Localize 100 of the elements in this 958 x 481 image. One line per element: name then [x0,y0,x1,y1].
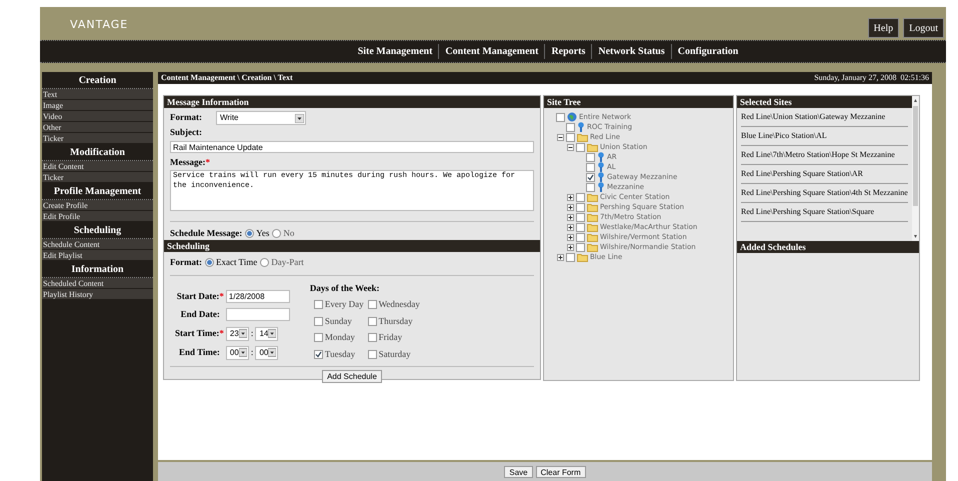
sidebar-item[interactable]: Edit Playlist [42,250,153,261]
dropdown[interactable]: 00 [255,346,278,360]
checkbox[interactable] [368,316,377,326]
checkbox[interactable] [586,172,595,182]
caret-icon [268,329,276,338]
radio-button[interactable] [272,228,282,238]
checkbox[interactable] [586,162,595,172]
sidebar-item[interactable]: Scheduled Content [42,278,153,289]
end-date-field[interactable] [226,308,290,322]
caret-icon [238,329,247,338]
sidebar-item[interactable]: Image [42,100,153,111]
checkbox[interactable] [576,192,585,202]
expand-icon[interactable] [567,224,574,230]
checkbox[interactable] [314,300,323,310]
day-label: Saturday [378,348,411,361]
selected-site[interactable]: Red Line\Union Station\Gateway Mezzanine [741,108,908,127]
caret-icon [268,348,276,358]
radio-label: Exact Time [216,256,258,269]
sidebar-item[interactable]: Create Profile [42,200,153,211]
checkbox[interactable] [576,202,585,212]
checkbox[interactable] [368,300,377,310]
folder-icon [587,222,598,232]
selected-site[interactable]: Red Line\Pershing Square Station\AR [741,165,908,184]
sidebar-item[interactable]: Edit Content [42,161,153,172]
selected-site[interactable]: Red Line\Pershing Square Station\4th St Mezzanine [741,184,908,203]
folder-icon [587,212,598,222]
checkbox[interactable] [566,252,575,262]
checkbox[interactable] [566,132,575,142]
radio-button[interactable] [245,228,254,238]
field-label: End Time: [178,346,221,360]
nav-link[interactable]: Network Status [591,44,671,59]
checkbox[interactable] [368,350,377,359]
expand-icon[interactable] [567,234,574,240]
checkbox[interactable] [566,122,575,132]
checkbox[interactable] [586,182,595,192]
sidebar-item[interactable]: Playlist History [42,289,153,300]
selected-site[interactable]: Red Line\Pershing Square Station\Square [741,203,908,222]
radio-button[interactable] [260,258,270,268]
collapse-icon[interactable] [557,134,564,140]
field-label: Format: [170,256,202,269]
field-label: Schedule Message: [170,226,242,240]
globe-icon [567,112,577,122]
expand-icon[interactable] [567,204,574,210]
checkbox[interactable] [314,316,323,326]
checkbox[interactable] [586,152,595,162]
sidebar-item[interactable]: Edit Profile [42,211,153,222]
day-label: Friday [378,331,402,344]
day-label: Tuesday [324,348,356,361]
checkbox[interactable] [576,212,585,222]
sidebar-item[interactable]: Video [42,111,153,122]
checkbox[interactable] [314,333,323,342]
dropdown[interactable]: 23 [226,326,249,341]
nav-link[interactable]: Configuration [670,44,744,59]
folder-icon [577,252,588,262]
field-label: Start Date:* [176,290,224,303]
start-date-field[interactable]: 1/28/2008 [226,290,290,303]
add-schedule-button[interactable]: Add Schedule [322,370,382,383]
sidebar-item[interactable]: Text [42,89,153,100]
selected-site[interactable]: Blue Line\Pico Station\AL [741,127,908,146]
header-button[interactable]: Help [868,18,900,38]
sidebar-item[interactable]: Ticker [42,172,153,183]
checkbox[interactable] [576,242,585,252]
folder-icon [587,242,598,252]
days-heading: Days of the Week: [310,282,381,295]
footer-button[interactable]: Save [504,466,533,478]
radio-label: No [283,226,294,240]
dropdown[interactable]: 14 [255,326,278,341]
dropdown[interactable]: 00 [226,346,249,360]
panel-header: Scheduling [164,240,540,252]
expand-icon[interactable] [567,214,574,220]
radio-button[interactable] [204,258,214,268]
checkbox[interactable] [576,142,585,152]
nav-link[interactable]: Content Management [438,44,544,59]
folder-icon [587,142,598,152]
collapse-icon[interactable] [567,144,574,150]
nav-link[interactable]: Reports [544,44,592,59]
sidebar-item[interactable]: Ticker [42,133,153,144]
checkbox[interactable] [314,350,323,359]
footer-button[interactable]: Clear Form [536,466,586,478]
sidebar-item[interactable]: Schedule Content [42,239,153,250]
expand-icon[interactable] [567,194,574,200]
sidebar-item[interactable]: Other [42,122,153,133]
panel-header: Added Schedules [737,241,919,253]
dropdown[interactable]: Write [216,111,306,125]
folder-icon [587,192,598,202]
selected-site[interactable]: Red Line\7th\Metro Station\Hope St Mezzanine [741,146,908,165]
expand-icon[interactable] [567,244,574,250]
caret-icon [294,114,304,122]
checkbox[interactable] [368,333,377,342]
nav-link[interactable]: Site Management [352,44,438,59]
subject-field[interactable]: Rail Maintenance Update [170,140,534,152]
panel-header: Selected Sites [737,96,912,108]
checkbox[interactable] [576,232,585,242]
date-time: Sunday, January 27, 2008 02:51:36 [814,72,929,84]
checkbox[interactable] [556,112,565,122]
header-button[interactable]: Logout [903,18,944,38]
day-label: Wednesday [378,298,420,311]
checkbox[interactable] [576,222,585,232]
breadcrumb: Content Management \ Creation \ Text [161,72,293,84]
expand-icon[interactable] [557,254,564,260]
